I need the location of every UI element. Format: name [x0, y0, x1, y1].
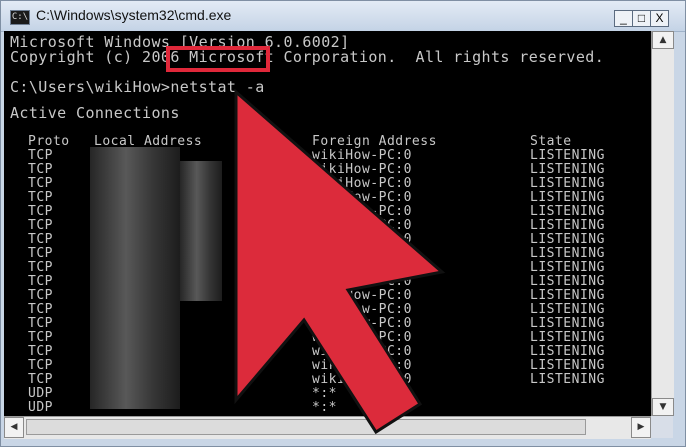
pointer-arrow-icon: [234, 88, 446, 435]
pointer-arrow-shape: [234, 88, 446, 435]
